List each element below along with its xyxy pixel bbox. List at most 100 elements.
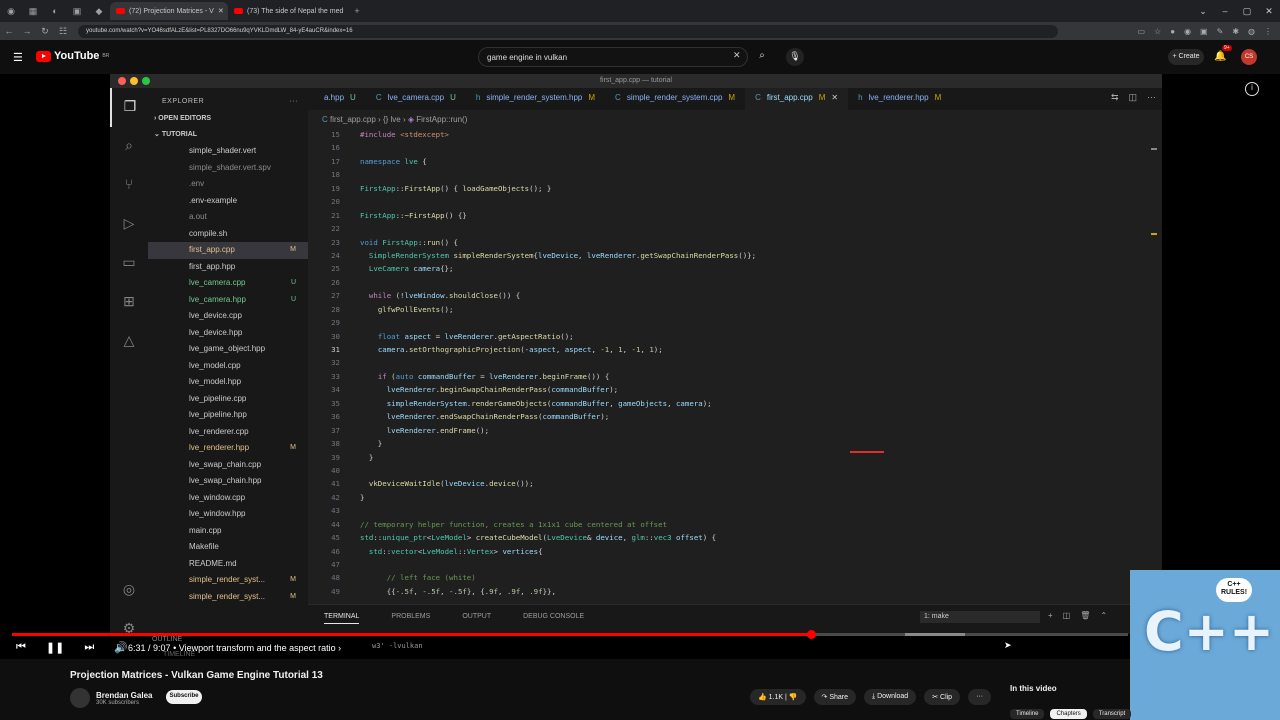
search-input[interactable]: game engine in vulkan [478, 47, 748, 67]
file-item: lve_renderer.cpp [148, 424, 308, 441]
code-text: LveCamera camera{}; [368, 264, 454, 274]
line-number: 22 [331, 224, 340, 234]
browser-tab-active[interactable]: (72) Projection Matrices - V ✕ [110, 2, 228, 20]
pause-icon[interactable]: ❚❚ [46, 641, 64, 654]
volume-icon[interactable]: 🔊 [114, 641, 128, 654]
close-tab-icon[interactable]: ✕ [218, 7, 224, 15]
clip-button[interactable]: ✂ Clip [924, 689, 961, 705]
code-text: lveRenderer.endSwapChainRenderPass(comma… [386, 412, 610, 422]
clear-search-icon[interactable]: ✕ [733, 50, 741, 61]
youtube-favicon-icon [116, 8, 125, 14]
compare-icon: ⇆ [1110, 92, 1119, 102]
minimize-icon[interactable]: – [1214, 6, 1236, 16]
extension-icon[interactable]: ◉ [1184, 27, 1191, 36]
pinned-tab-icon[interactable]: ◆ [88, 6, 110, 17]
chapter-title[interactable]: Viewport transform and the aspect ratio [179, 643, 336, 653]
tab-transcript[interactable]: Transcript [1092, 709, 1132, 719]
editor-tab: Clve_camera.cpp U [366, 88, 466, 110]
line-number: 35 [331, 398, 340, 408]
subscribe-button[interactable]: Subscribe [166, 690, 202, 704]
tab-timeline[interactable]: Timeline [1010, 709, 1045, 719]
back-icon[interactable]: ← [0, 26, 18, 36]
extension-icon[interactable]: ● [1170, 27, 1175, 36]
notifications-bell-icon[interactable]: 🔔 [1214, 51, 1226, 62]
close-window-icon[interactable]: ✕ [1258, 6, 1280, 17]
chapter-tabs: Timeline Chapters Transcript [1010, 709, 1132, 719]
add-terminal-icon: + [1048, 611, 1053, 620]
explorer-title: EXPLORER [162, 98, 205, 105]
extension-icon[interactable]: ✎ [1217, 27, 1224, 36]
menu-icon[interactable]: ⋮ [1264, 27, 1272, 36]
remote-explorer-icon: ▭ [122, 254, 136, 270]
line-number: 46 [331, 546, 340, 556]
panel-actions: + ◫ 🗑 ⌃ [1048, 611, 1107, 620]
avatar[interactable]: CS [1241, 49, 1257, 65]
reload-icon[interactable]: ↻ [36, 26, 54, 37]
editor-tab-status: M [818, 93, 826, 102]
line-number: 31 [331, 345, 340, 354]
puzzle-icon[interactable]: ✱ [1232, 27, 1239, 36]
pinned-tab-icon[interactable]: ◐ [44, 6, 66, 16]
previous-icon[interactable]: ⏮ [16, 641, 26, 654]
split-terminal-icon: ◫ [1062, 611, 1071, 620]
code-text: vkDeviceWaitIdle(lveDevice.device()); [368, 479, 534, 489]
scrubber-handle[interactable] [807, 630, 816, 639]
maximize-icon[interactable]: ▢ [1236, 6, 1258, 17]
line-number: 26 [331, 277, 340, 287]
new-tab-icon[interactable]: + [346, 6, 368, 16]
cast-icon[interactable]: ▭ [1137, 27, 1145, 36]
notification-badge: 9+ [1222, 45, 1232, 51]
run-debug-icon: ▷ [123, 215, 135, 231]
line-number: 42 [331, 492, 340, 502]
file-type-icon: h [475, 93, 481, 102]
profile-icon[interactable]: ◍ [1248, 27, 1255, 36]
forward-icon[interactable]: → [18, 26, 36, 36]
vscode-title: first_app.cpp — tutorial [110, 74, 1162, 88]
editor-tab-status: M [934, 93, 942, 102]
site-info-icon[interactable]: ☷ [54, 26, 72, 37]
extension-icon[interactable]: ▣ [1200, 27, 1208, 36]
channel-name[interactable]: Brendan Galea [96, 691, 152, 700]
youtube-favicon-icon [234, 8, 243, 14]
open-editors-label: OPEN EDITORS [158, 115, 212, 122]
url-field[interactable]: youtube.com/watch?v=YO46sdfALzE&list=PL8… [78, 24, 1058, 38]
browser-tab[interactable]: (73) The side of Nepal the med ✕ [228, 2, 346, 20]
folder-section: ⌄ TUTORIAL [154, 131, 198, 138]
like-button[interactable]: 👍 1.1K | 👎 [750, 689, 806, 705]
tab-output: OUTPUT [462, 613, 492, 620]
share-button[interactable]: ↷ Share [813, 689, 857, 705]
hamburger-menu-icon[interactable]: ☰ [13, 51, 23, 64]
file-name: first_app.hpp [189, 261, 236, 271]
pinned-tab-icon[interactable]: ▣ [66, 6, 88, 17]
tab-chapters[interactable]: Chapters [1050, 709, 1087, 719]
code-line: 15 #include <stdexcept> [308, 128, 1162, 141]
search-icon[interactable]: ⌕ [750, 47, 774, 67]
line-number: 36 [331, 412, 340, 422]
tab-grid-icon[interactable]: ▦ [22, 6, 44, 17]
next-icon[interactable]: ⏭ [84, 641, 94, 654]
bookmark-icon[interactable]: ☆ [1154, 27, 1161, 36]
editor-tab-label: simple_render_system.cpp [626, 93, 723, 102]
chevron-down-icon[interactable]: ⌄ [1192, 6, 1214, 17]
code-line: 18 [308, 168, 1162, 181]
channel-avatar[interactable] [70, 688, 90, 708]
file-status: M [290, 592, 296, 600]
code-line: 27 while (!lveWindow.shouldClose()) { [308, 289, 1162, 302]
youtube-logo[interactable]: YouTube BR [36, 50, 109, 62]
code-text: #include <stdexcept> [360, 130, 450, 139]
microphone-icon[interactable]: 🎙 [786, 48, 804, 66]
more-actions-button[interactable]: ··· [968, 689, 992, 705]
file-name: main.cpp [189, 525, 222, 535]
info-icon[interactable]: i [1245, 82, 1259, 96]
region-code: BR [102, 53, 110, 59]
create-label: Create [1178, 53, 1200, 60]
file-name: Makefile [189, 542, 219, 551]
download-button[interactable]: ⤓ Download [864, 689, 917, 705]
code-line: 25 LveCamera camera{}; [308, 262, 1162, 275]
browser-menu-icon[interactable]: ◉ [0, 6, 22, 17]
create-button[interactable]: + Create [1168, 49, 1204, 65]
line-number: 30 [331, 331, 340, 341]
code-line: 41 vkDeviceWaitIdle(lveDevice.device()); [308, 477, 1162, 490]
